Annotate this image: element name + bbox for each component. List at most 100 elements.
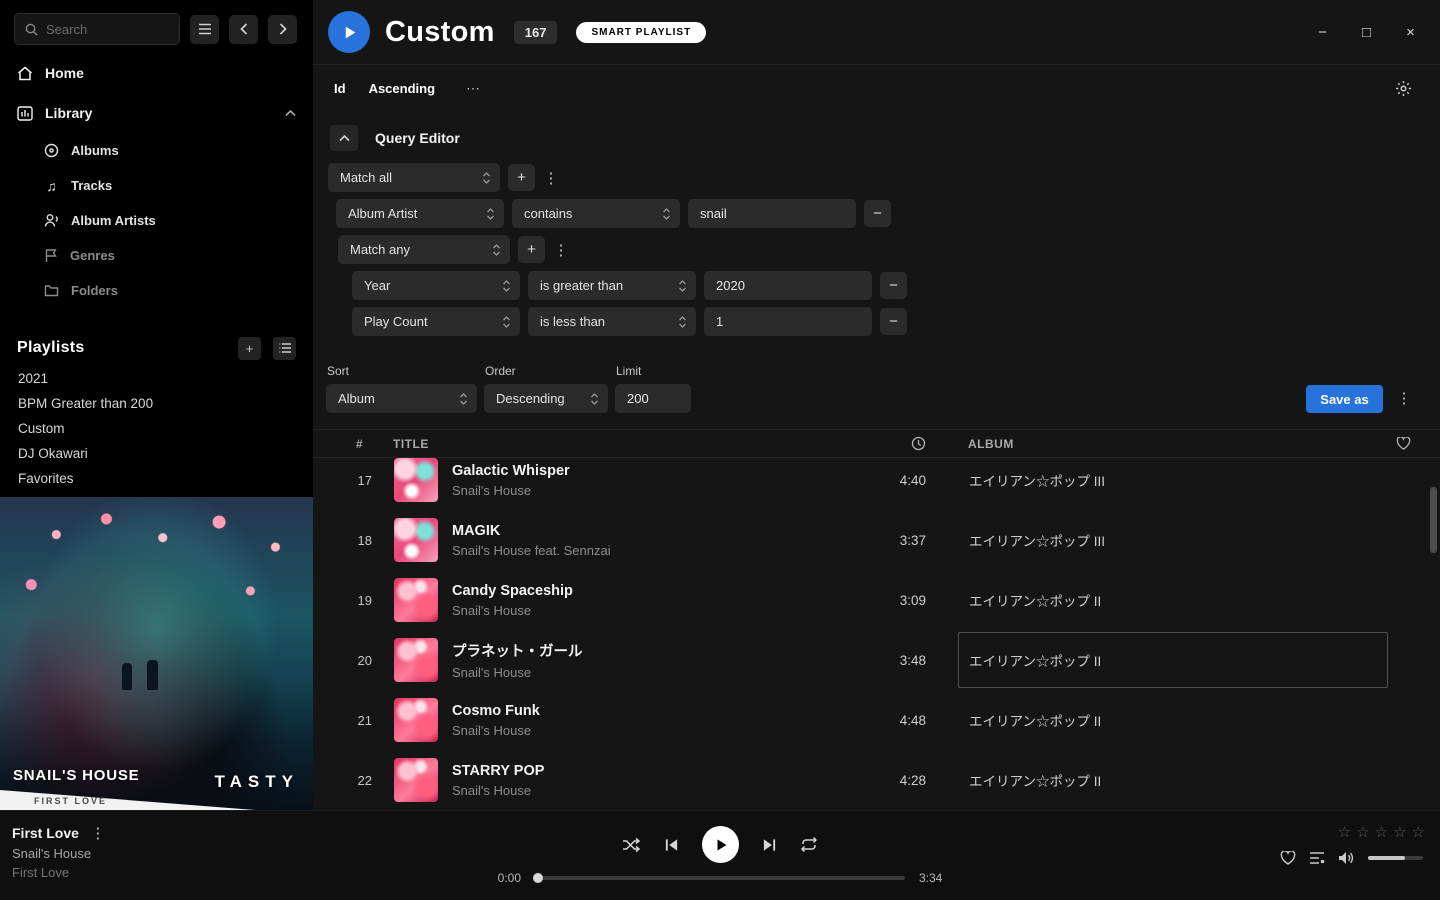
volume-slider[interactable] [1368, 856, 1423, 860]
column-album[interactable]: ALBUM [958, 437, 1388, 451]
repeat-icon[interactable] [800, 837, 818, 852]
table-row[interactable]: 21 Cosmo Funk Snail's House 4:48 エイリアン☆ポ… [313, 690, 1440, 750]
track-album[interactable]: エイリアン☆ポップ III [958, 458, 1388, 508]
rule-field-select[interactable]: Play Count [352, 307, 520, 336]
column-title[interactable]: TITLE [393, 437, 846, 451]
star-icon[interactable]: ☆ [1393, 823, 1406, 841]
scrollbar-thumb[interactable] [1430, 487, 1437, 553]
order-select[interactable]: Descending [484, 384, 608, 413]
playlist-list-button[interactable] [273, 337, 296, 360]
play-pause-button[interactable] [702, 826, 739, 863]
sort-field-button[interactable]: Id [334, 81, 346, 96]
seek-handle[interactable] [533, 873, 543, 883]
table-row[interactable]: 20 プラネット・ガール Snail's House 3:48 エイリアン☆ポッ… [313, 630, 1440, 690]
sidebar-item-albums[interactable]: Albums [0, 133, 313, 168]
track-title[interactable]: Candy Spaceship [452, 583, 846, 599]
now-playing-artist[interactable]: Snail's House [12, 846, 106, 861]
track-album[interactable]: エイリアン☆ポップ II [958, 752, 1388, 808]
track-artist[interactable]: Snail's House [452, 665, 846, 680]
playlist-item[interactable]: BPM Greater than 200 [0, 391, 313, 416]
now-playing-title[interactable]: First Love [12, 825, 79, 841]
track-artist[interactable]: Snail's House [452, 723, 846, 738]
group-match-type-select[interactable]: Match any [338, 235, 510, 264]
sidebar-item-tracks[interactable]: ♫ Tracks [0, 168, 313, 203]
favorite-column-heart-icon[interactable] [1388, 437, 1418, 450]
match-type-select[interactable]: Match all [328, 163, 500, 192]
sort-select[interactable]: Album [326, 384, 477, 413]
playlist-item[interactable]: Custom [0, 416, 313, 441]
remove-rule-button[interactable]: − [880, 308, 907, 335]
previous-track-icon[interactable] [664, 838, 679, 852]
add-group-rule-button[interactable]: + [518, 236, 545, 263]
sidebar-item-library[interactable]: Library [0, 93, 313, 133]
track-album-focused-cell[interactable]: エイリアン☆ポップ II [958, 632, 1388, 688]
save-menu-icon[interactable]: ⋮ [1396, 389, 1412, 407]
close-button[interactable]: × [1403, 24, 1418, 41]
track-artist[interactable]: Snail's House feat. Sennzai [452, 543, 846, 558]
minimize-button[interactable]: − [1315, 24, 1330, 41]
now-playing-album-art[interactable]: SNAIL'S HOUSE FIRST LOVE TASTY [0, 497, 313, 810]
playlist-item[interactable]: Favorites [0, 466, 313, 491]
nav-back-button[interactable] [229, 15, 258, 44]
star-icon[interactable]: ☆ [1338, 823, 1351, 841]
volume-icon[interactable] [1338, 851, 1355, 865]
rule-operator-select[interactable]: is less than [528, 307, 696, 336]
maximize-button[interactable]: □ [1359, 24, 1374, 41]
track-title[interactable]: Galactic Whisper [452, 463, 846, 479]
track-title[interactable]: プラネット・ガール [452, 640, 846, 661]
playlist-item[interactable]: DJ Okawari [0, 441, 313, 466]
star-icon[interactable]: ☆ [1375, 823, 1388, 841]
star-icon[interactable]: ☆ [1356, 823, 1369, 841]
remove-rule-button[interactable]: − [864, 200, 891, 227]
table-row[interactable]: 17 Galactic Whisper Snail's House 4:40 エ… [313, 458, 1440, 510]
rule-value-input[interactable] [704, 271, 872, 300]
track-album[interactable]: エイリアン☆ポップ II [958, 572, 1388, 628]
menu-button[interactable] [190, 15, 219, 44]
track-title[interactable]: STARRY POP [452, 763, 846, 779]
sidebar-item-album-artists[interactable]: Album Artists [0, 203, 313, 238]
collapse-query-editor-button[interactable] [330, 125, 358, 151]
play-playlist-button[interactable] [328, 11, 370, 53]
playlist-item[interactable]: 2021 [0, 366, 313, 391]
favorite-heart-icon[interactable] [1280, 851, 1296, 865]
table-row[interactable]: 19 Candy Spaceship Snail's House 3:09 エイ… [313, 570, 1440, 630]
track-album[interactable]: エイリアン☆ポップ II [958, 692, 1388, 748]
table-row[interactable]: 22 STARRY POP Snail's House 4:28 エイリアン☆ポ… [313, 750, 1440, 810]
rule-value-input[interactable] [688, 199, 856, 228]
column-index[interactable]: # [313, 437, 372, 451]
rule-value-input[interactable] [704, 307, 872, 336]
track-artist[interactable]: Snail's House [452, 483, 846, 498]
chevron-up-icon[interactable] [285, 110, 296, 117]
add-playlist-button[interactable]: + [238, 337, 261, 360]
gear-icon[interactable] [1395, 80, 1412, 97]
limit-input[interactable] [615, 384, 691, 413]
toolbar-more-button[interactable]: ⋯ [466, 80, 481, 97]
table-row[interactable]: 18 MAGIK Snail's House feat. Sennzai 3:3… [313, 510, 1440, 570]
search-input[interactable] [46, 22, 169, 37]
nav-forward-button[interactable] [268, 15, 297, 44]
track-album[interactable]: エイリアン☆ポップ III [958, 512, 1388, 568]
rule-field-select[interactable]: Album Artist [336, 199, 504, 228]
track-title[interactable]: Cosmo Funk [452, 703, 846, 719]
rule-operator-select[interactable]: is greater than [528, 271, 696, 300]
track-title[interactable]: MAGIK [452, 523, 846, 539]
star-icon[interactable]: ☆ [1412, 823, 1425, 841]
save-as-button[interactable]: Save as [1306, 385, 1383, 413]
sidebar-item-genres[interactable]: Genres [0, 238, 313, 273]
sidebar-item-home[interactable]: Home [0, 53, 313, 93]
seek-bar[interactable] [535, 876, 905, 880]
track-artist[interactable]: Snail's House [452, 603, 846, 618]
now-playing-album[interactable]: First Love [12, 865, 106, 880]
duration-column-clock-icon[interactable] [846, 436, 926, 451]
now-playing-menu-icon[interactable]: ⋮ [90, 824, 106, 842]
sort-direction-button[interactable]: Ascending [369, 81, 435, 96]
rule-operator-select[interactable]: contains [512, 199, 680, 228]
remove-rule-button[interactable]: − [880, 272, 907, 299]
track-artist[interactable]: Snail's House [452, 783, 846, 798]
add-rule-button[interactable]: + [508, 164, 535, 191]
queue-icon[interactable] [1309, 851, 1325, 865]
rule-group-menu-icon[interactable]: ⋮ [543, 169, 559, 187]
next-track-icon[interactable] [762, 838, 777, 852]
sidebar-item-folders[interactable]: Folders [0, 273, 313, 308]
group-menu-icon[interactable]: ⋮ [553, 241, 569, 259]
